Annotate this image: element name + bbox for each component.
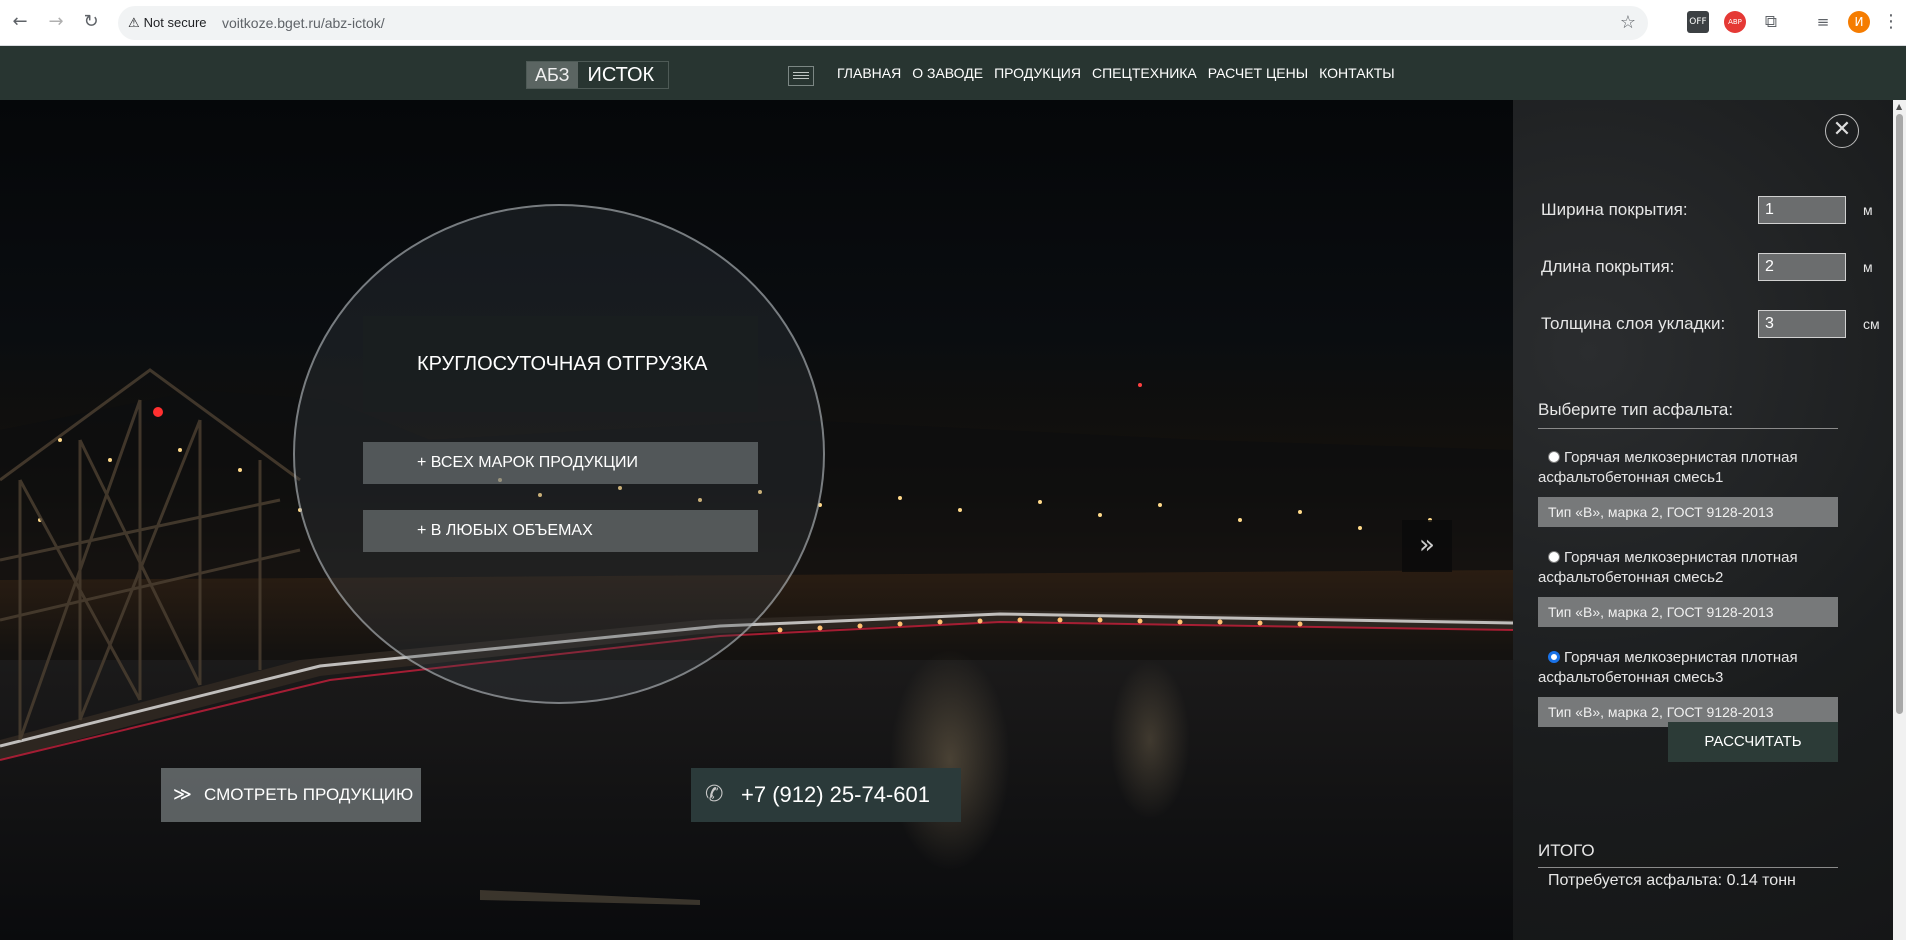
page-scrollbar[interactable]: ▲ [1893, 100, 1906, 940]
length-input[interactable] [1758, 253, 1846, 281]
scrollbar-thumb[interactable] [1896, 114, 1903, 714]
length-unit: м [1863, 259, 1873, 275]
url-text[interactable]: voitkoze.bget.ru/abz-ictok/ [222, 6, 385, 40]
price-calculator-panel: ✕ Ширина покрытия: м Длина покрытия: м Т… [1513, 100, 1893, 940]
width-unit: м [1863, 202, 1873, 218]
extensions-puzzle-icon[interactable]: ⧉ [1760, 11, 1782, 33]
security-indicator[interactable]: ⚠ Not secure [128, 6, 207, 40]
bookmark-star-icon[interactable]: ☆ [1620, 6, 1636, 40]
option-2-line2: асфальтобетонная смесь2 [1538, 569, 1724, 586]
feature-all-grades: + ВСЕХ МАРОК ПРОДУКЦИИ [363, 442, 758, 484]
profile-avatar[interactable]: И [1848, 11, 1870, 33]
option-1-line2: асфальтобетонная смесь1 [1538, 469, 1724, 486]
nav-item-home[interactable]: ГЛАВНАЯ [837, 65, 901, 81]
site-logo[interactable]: АБЗ ИСТОК [526, 61, 670, 89]
media-controls-icon[interactable]: ≡ [1812, 11, 1834, 33]
option-3-line2: асфальтобетонная смесь3 [1538, 669, 1724, 686]
view-products-button[interactable]: ≫ СМОТРЕТЬ ПРОДУКЦИЮ [161, 768, 421, 822]
option-1-line1: Горячая мелкозернистая плотная [1564, 449, 1798, 466]
logo-abz: АБЗ [527, 62, 578, 88]
length-label: Длина покрытия: [1541, 257, 1675, 276]
total-result: Потребуется асфальта: 0.14 тонн [1548, 872, 1796, 889]
hero-headline: КРУГЛОСУТОЧНАЯ ОТГРУЗКА [363, 316, 758, 412]
asphalt-option-3[interactable]: Горячая мелкозернистая плотная асфальтоб… [1538, 648, 1838, 688]
forward-icon[interactable]: → [42, 8, 70, 36]
web-page: АБЗ ИСТОК ГЛАВНАЯ О ЗАВОДЕ ПРОДУКЦИЯ СПЕ… [0, 46, 1906, 940]
phone-number: +7 (912) 25-74-601 [741, 782, 930, 807]
radio-option-2[interactable] [1548, 551, 1560, 563]
address-bar[interactable]: ⚠ Not secure voitkoze.bget.ru/abz-ictok/ … [118, 6, 1648, 40]
hero-section: КРУГЛОСУТОЧНАЯ ОТГРУЗКА + ВСЕХ МАРОК ПРО… [0, 100, 1513, 940]
nav-item-products[interactable]: ПРОДУКЦИЯ [994, 65, 1081, 81]
logo-istok: ИСТОК [587, 64, 655, 86]
option-3-line1: Горячая мелкозернистая плотная [1564, 649, 1798, 666]
option-2-line1: Горячая мелкозернистая плотная [1564, 549, 1798, 566]
reload-icon[interactable]: ↻ [77, 8, 105, 36]
total-heading: ИТОГО [1538, 841, 1838, 868]
next-slide-arrow-icon[interactable]: » [1402, 520, 1452, 572]
calculate-button[interactable]: РАССЧИТАТЬ [1668, 722, 1838, 762]
extension-off-icon[interactable]: OFF [1687, 11, 1709, 33]
view-products-label: СМОТРЕТЬ ПРОДУКЦИЮ [204, 785, 414, 804]
asphalt-option-2[interactable]: Горячая мелкозернистая плотная асфальтоб… [1538, 548, 1838, 588]
thickness-unit: см [1863, 316, 1880, 332]
option-2-spec: Тип «В», марка 2, ГОСТ 9128-2013 [1538, 597, 1838, 627]
thickness-input[interactable] [1758, 310, 1846, 338]
thickness-label: Толщина слоя укладки: [1541, 314, 1726, 333]
adblock-icon[interactable]: ABP [1724, 11, 1746, 33]
double-chevron-down-icon: ≫ [173, 784, 192, 805]
asphalt-option-1[interactable]: Горячая мелкозернистая плотная асфальтоб… [1538, 448, 1838, 488]
radio-option-1[interactable] [1548, 451, 1560, 463]
nav-item-contacts[interactable]: КОНТАКТЫ [1319, 65, 1395, 81]
close-icon[interactable]: ✕ [1825, 114, 1859, 148]
width-input[interactable] [1758, 196, 1846, 224]
back-icon[interactable]: ← [6, 8, 34, 36]
site-header: АБЗ ИСТОК ГЛАВНАЯ О ЗАВОДЕ ПРОДУКЦИЯ СПЕ… [0, 46, 1906, 100]
browser-toolbar: ← → ↻ ⚠ Not secure voitkoze.bget.ru/abz-i… [0, 0, 1906, 46]
nav-item-about[interactable]: О ЗАВОДЕ [912, 65, 983, 81]
warning-icon: ⚠ [128, 16, 140, 31]
phone-button[interactable]: ✆ +7 (912) 25-74-601 [691, 768, 961, 822]
option-1-spec: Тип «В», марка 2, ГОСТ 9128-2013 [1538, 497, 1838, 527]
asphalt-type-heading: Выберите тип асфальта: [1538, 400, 1838, 429]
radio-option-3-selected[interactable] [1548, 651, 1560, 663]
security-label: Not secure [143, 15, 207, 30]
hamburger-menu-icon[interactable] [788, 66, 814, 86]
feature-any-volume: + В ЛЮБЫХ ОБЪЕМАХ [363, 510, 758, 552]
scroll-up-arrow-icon[interactable]: ▲ [1896, 102, 1902, 111]
nav-item-machinery[interactable]: СПЕЦТЕХНИКА [1092, 65, 1197, 81]
phone-icon: ✆ [705, 782, 724, 807]
nav-item-price-calc[interactable]: РАСЧЕТ ЦЕНЫ [1208, 65, 1308, 81]
main-nav: ГЛАВНАЯ О ЗАВОДЕ ПРОДУКЦИЯ СПЕЦТЕХНИКА Р… [837, 46, 1406, 100]
width-label: Ширина покрытия: [1541, 200, 1688, 219]
browser-menu-icon[interactable]: ⋮ [1880, 11, 1902, 33]
